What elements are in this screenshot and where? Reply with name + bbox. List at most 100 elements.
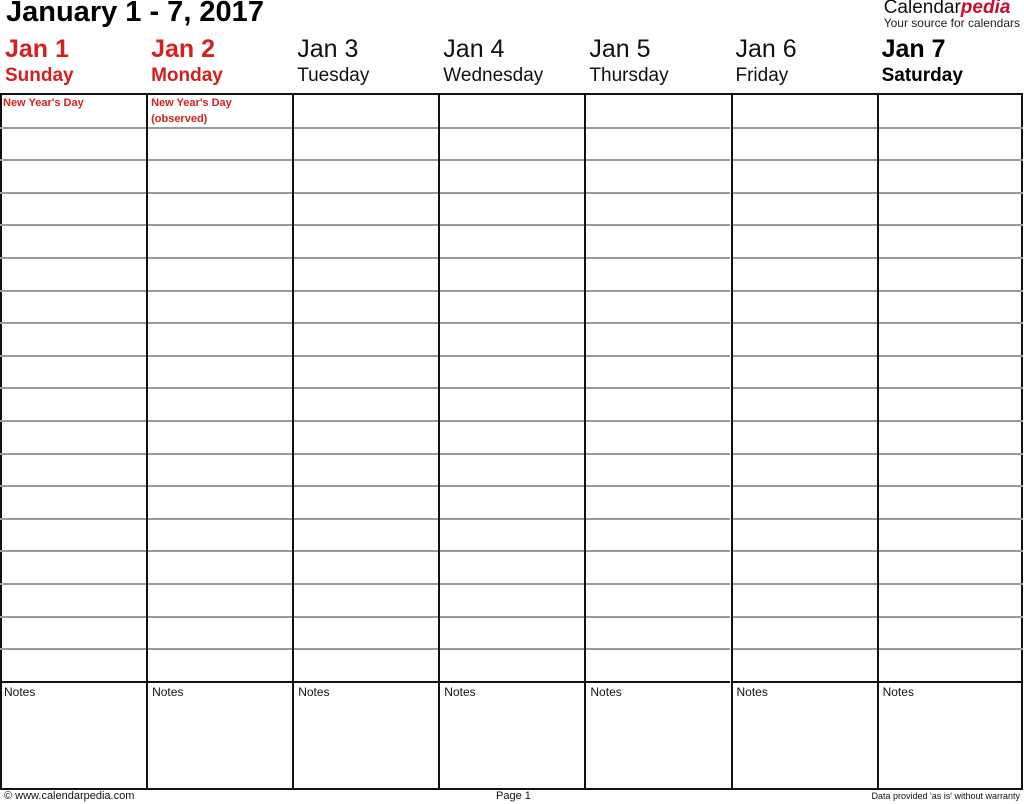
time-slot-line — [732, 289, 877, 292]
time-slot-line — [878, 191, 1023, 194]
day-column[interactable]: Notes — [292, 95, 439, 788]
time-slot-line — [586, 485, 731, 488]
time-slot-line — [586, 289, 731, 292]
time-slot-line — [0, 224, 147, 227]
time-slot-line — [294, 322, 439, 325]
time-slot-line — [294, 191, 439, 194]
day-date: Jan 1 — [5, 35, 69, 63]
time-slot-line — [294, 126, 439, 129]
day-header: Jan 2 Monday — [146, 34, 292, 88]
time-slot-line — [586, 648, 731, 651]
time-slot-line — [732, 583, 877, 585]
day-date: Jan 2 — [151, 35, 216, 63]
page-title: January 1 - 7, 2017 — [6, 0, 264, 28]
time-slot-line — [440, 322, 585, 325]
time-slot-line — [878, 550, 1023, 553]
time-slot-line — [878, 387, 1023, 390]
day-column[interactable]: Notes — [730, 95, 877, 788]
time-slot-line — [878, 257, 1023, 259]
time-slot-line — [440, 191, 585, 194]
time-slot-line — [148, 648, 293, 651]
time-slot-line — [732, 615, 877, 618]
time-slot-line — [586, 322, 731, 325]
time-slot-line — [732, 191, 877, 194]
time-slot-line — [878, 615, 1023, 618]
time-slot-line — [586, 191, 731, 194]
week-grid: New Year's Day Notes New Year's Day (observ… — [0, 93, 1023, 790]
time-slot-line — [148, 322, 293, 325]
time-slot-line — [294, 257, 439, 259]
time-slot-line — [586, 224, 731, 227]
notes-divider — [440, 681, 585, 683]
time-slot-line — [878, 583, 1023, 585]
time-slot-line — [148, 191, 293, 194]
day-weekday: Sunday — [5, 65, 74, 86]
time-slot-line — [148, 387, 293, 390]
time-slot-line — [148, 452, 293, 455]
time-slot-line — [440, 615, 585, 618]
time-slot-line — [0, 257, 147, 259]
day-weekday: Saturday — [881, 65, 963, 86]
time-slot-line — [878, 648, 1023, 651]
day-column[interactable]: New Year's Day Notes — [0, 95, 147, 788]
time-slot-line — [440, 420, 585, 422]
time-slot-line — [0, 289, 147, 292]
time-slot-line — [148, 517, 293, 520]
time-slot-line — [586, 615, 731, 618]
time-slot-line — [0, 485, 147, 488]
time-slot-line — [878, 485, 1023, 488]
holiday-label: New Year's Day — [151, 97, 232, 109]
time-slot-line — [294, 550, 439, 553]
time-slot-line — [294, 517, 439, 520]
time-slot-line — [0, 191, 147, 194]
time-slot-line — [294, 387, 439, 390]
time-slot-line — [148, 354, 293, 357]
day-header: Jan 7 Saturday — [877, 34, 1023, 88]
time-slot-line — [878, 354, 1023, 357]
time-slot-line — [440, 517, 585, 520]
notes-label: Notes — [882, 685, 914, 699]
day-weekday: Monday — [151, 65, 223, 86]
footer-copyright: © www.calendarpedia.com — [4, 790, 135, 802]
time-slot-line — [0, 322, 147, 325]
time-slot-line — [440, 485, 585, 488]
time-slot-line — [586, 159, 731, 162]
time-slot-line — [878, 224, 1023, 227]
notes-divider — [732, 681, 877, 683]
notes-label: Notes — [444, 685, 476, 699]
time-slot-line — [732, 485, 877, 488]
time-slot-line — [440, 387, 585, 390]
day-column[interactable]: Notes — [584, 95, 731, 788]
time-slot-line — [732, 354, 877, 357]
footer-disclaimer: Data provided 'as is' without warranty — [871, 791, 1020, 801]
time-slot-line — [294, 354, 439, 357]
time-slot-line — [148, 615, 293, 618]
notes-divider — [586, 681, 731, 683]
time-slot-line — [586, 387, 731, 390]
day-column[interactable]: Notes — [438, 95, 585, 788]
day-column[interactable]: Notes — [876, 95, 1023, 788]
brand-tagline: Your source for calendars — [883, 16, 1020, 30]
time-slot-line — [440, 289, 585, 292]
holiday-label: (observed) — [151, 113, 208, 125]
time-slot-line — [586, 420, 731, 422]
day-column[interactable]: New Year's Day (observed) Notes — [146, 95, 293, 788]
time-slot-line — [732, 452, 877, 455]
time-slot-line — [294, 159, 439, 162]
time-slot-line — [878, 517, 1023, 520]
time-slot-line — [148, 159, 293, 162]
notes-label: Notes — [590, 685, 622, 699]
time-slot-line — [0, 517, 147, 520]
notes-divider — [148, 681, 293, 683]
time-slot-line — [0, 387, 147, 390]
time-slot-line — [586, 452, 731, 455]
holiday-label: New Year's Day — [3, 97, 84, 109]
time-slot-line — [732, 224, 877, 227]
day-headers: Jan 1 Sunday Jan 2 Monday Jan 3 Tuesday Jan 4W… — [0, 34, 1024, 93]
time-slot-line — [148, 583, 293, 585]
time-slot-line — [0, 583, 147, 585]
time-slot-line — [0, 648, 147, 651]
time-slot-line — [732, 648, 877, 651]
time-slot-line — [148, 550, 293, 553]
time-slot-line — [294, 615, 439, 618]
